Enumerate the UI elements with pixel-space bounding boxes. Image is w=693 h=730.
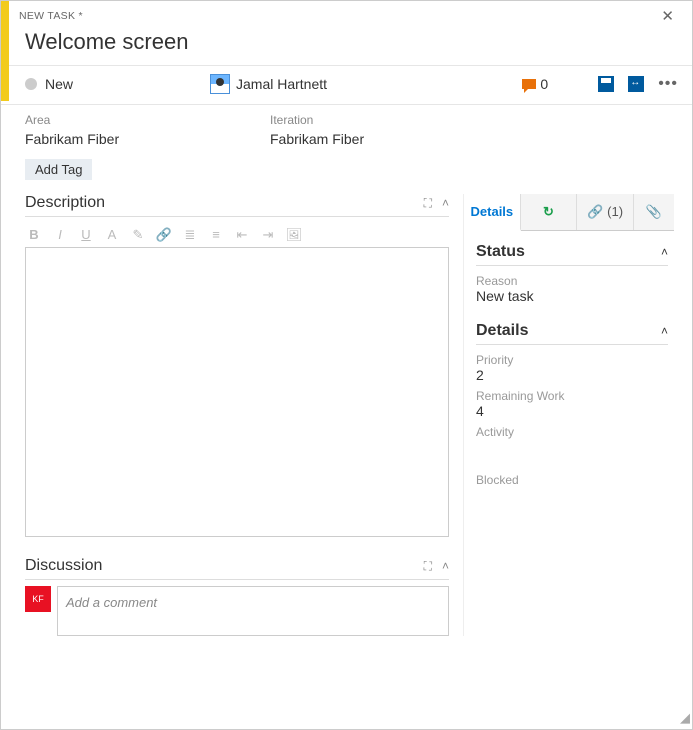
image-icon[interactable]: 🖼 [285,227,303,243]
details-title: Details [476,322,528,340]
path-row: Area Fabrikam Fiber Iteration Fabrikam F… [1,105,692,157]
status-section: Status ˄ Reason New task [464,231,674,304]
comment-row: KF Add a comment [25,586,449,636]
reason-value[interactable]: New task [476,288,668,304]
activity-label: Activity [476,425,668,439]
right-tabs: Details ↻ 🔗 (1) 📎 [464,194,674,231]
numbered-list-icon[interactable]: ≡ [207,227,225,243]
status-title: Status [476,243,525,261]
tab-history[interactable]: ↻ [521,194,578,230]
meta-row: New Jamal Hartnett 0 ••• [1,66,692,105]
remaining-work-label: Remaining Work [476,389,668,403]
resize-grip-icon[interactable]: ◢ [676,713,690,727]
details-section: Details ˄ Priority 2 Remaining Work 4 Ac… [464,310,674,487]
comments-count: 0 [540,76,548,92]
area-label: Area [25,113,246,127]
font-color-icon[interactable]: A [103,227,121,243]
save-icon[interactable] [598,76,614,92]
state-color-dot [25,78,37,90]
history-icon: ↻ [543,204,554,219]
body-split: Description ⛶ ˄ B I U A ✎ 🔗 ≣ ≡ ⇤ ⇥ 🖼 Di… [1,194,692,636]
chevron-up-icon[interactable]: ˄ [442,196,449,211]
comments-indicator[interactable]: 0 [522,76,548,92]
state-name: New [45,76,73,92]
chevron-up-icon[interactable]: ˄ [442,559,449,574]
clear-format-icon[interactable]: ✎ [129,227,147,243]
discussion-block: Discussion ⛶ ˄ KF Add a comment [25,557,449,636]
priority-value[interactable]: 2 [476,367,668,383]
italic-icon[interactable]: I [51,227,69,243]
close-icon[interactable]: ✕ [655,5,680,27]
area-field[interactable]: Area Fabrikam Fiber [1,113,246,147]
description-title: Description [25,194,105,212]
underline-icon[interactable]: U [77,227,95,243]
blocked-label: Blocked [476,473,668,487]
header-bar: NEW TASK * ✕ [1,1,692,27]
attachment-icon: 📎 [646,204,662,219]
assignee-name: Jamal Hartnett [236,76,327,92]
title-row: Welcome screen [1,27,692,66]
body-right: Details ↻ 🔗 (1) 📎 Status ˄ Reason New ta… [464,194,684,636]
comment-input[interactable]: Add a comment [57,586,449,636]
chevron-up-icon[interactable]: ˄ [661,324,668,338]
description-header: Description ⛶ ˄ [25,194,449,217]
tab-details[interactable]: Details [464,194,521,231]
more-actions-icon[interactable]: ••• [658,75,678,93]
tags-row: Add Tag [1,157,692,194]
indent-icon[interactable]: ⇥ [259,227,277,243]
iteration-field[interactable]: Iteration Fabrikam Fiber [246,113,491,147]
reason-label: Reason [476,274,668,288]
bold-icon[interactable]: B [25,227,43,243]
save-close-icon[interactable] [628,76,644,92]
add-tag-button[interactable]: Add Tag [25,159,92,180]
avatar [210,74,230,94]
activity-value[interactable] [476,439,668,455]
chevron-up-icon[interactable]: ˄ [661,245,668,259]
work-item-title[interactable]: Welcome screen [25,29,674,55]
iteration-label: Iteration [270,113,491,127]
state-field[interactable]: New [25,76,200,92]
comment-icon [522,79,536,89]
fullscreen-icon[interactable]: ⛶ [424,196,432,211]
link-icon[interactable]: 🔗 [155,227,173,243]
priority-label: Priority [476,353,668,367]
link-icon: 🔗 [587,204,603,219]
fullscreen-icon[interactable]: ⛶ [424,559,432,574]
bulleted-list-icon[interactable]: ≣ [181,227,199,243]
tab-attachments[interactable]: 📎 [634,194,674,230]
iteration-value: Fabrikam Fiber [270,131,491,147]
richtext-toolbar: B I U A ✎ 🔗 ≣ ≡ ⇤ ⇥ 🖼 [25,223,449,247]
remaining-work-value[interactable]: 4 [476,403,668,419]
current-user-avatar: KF [25,586,51,612]
discussion-header: Discussion ⛶ ˄ [25,557,449,580]
description-editor[interactable] [25,247,449,537]
discussion-title: Discussion [25,557,102,575]
body-left: Description ⛶ ˄ B I U A ✎ 🔗 ≣ ≡ ⇤ ⇥ 🖼 Di… [1,194,464,636]
links-count: (1) [607,204,623,219]
work-item-color-bar [1,1,9,101]
tab-links[interactable]: 🔗 (1) [577,194,634,230]
work-item-type-label: NEW TASK * [19,10,83,22]
actions-block: ••• [598,75,678,93]
assignee-field[interactable]: Jamal Hartnett [210,74,440,94]
area-value: Fabrikam Fiber [25,131,246,147]
outdent-icon[interactable]: ⇤ [233,227,251,243]
